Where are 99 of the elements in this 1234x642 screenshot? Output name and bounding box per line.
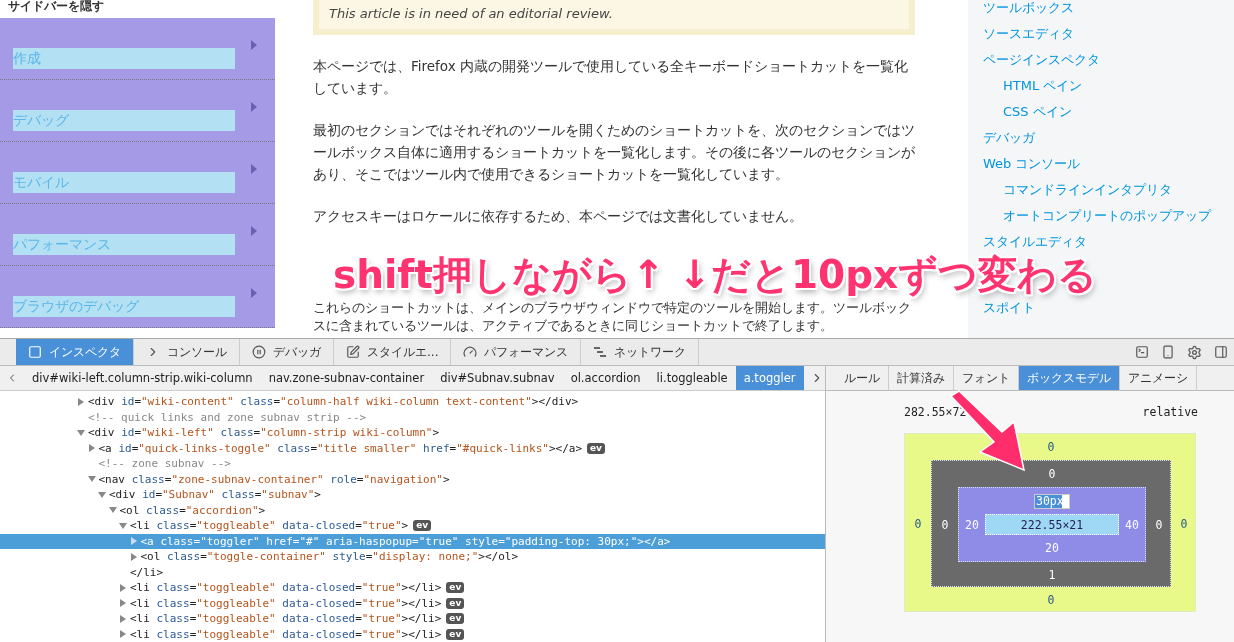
- html-tag: <li class="toggleable" data-closed="true"></li>: [130, 612, 442, 626]
- margin-bottom-value[interactable]: 0: [931, 587, 1171, 613]
- event-badge[interactable]: ev: [446, 613, 465, 625]
- tool-tab[interactable]: スタイルエ...: [334, 339, 452, 365]
- markup-row[interactable]: <ol class="toggle-container" style="display: none;"></ol>: [0, 549, 825, 565]
- expanded-arrow-icon[interactable]: [87, 475, 96, 484]
- html-tag: <li class="toggleable" data-closed="true">: [130, 519, 409, 533]
- collapsed-arrow-icon[interactable]: [119, 630, 127, 639]
- markup-row[interactable]: <ol class="accordion">: [0, 502, 825, 518]
- markup-row[interactable]: <nav class="zone-subnav-container" role="navigation">: [0, 471, 825, 487]
- article-paragraph: 最初のセクションではそれぞれのツールを開くためのショートカットを、次のセクションではツールボックス自体に適用するショートカットを一覧化します。その後に各ツールのセクションがあり、そこではツール内で使用できるショートカットを一覧化しています。: [313, 121, 915, 184]
- article-paragraph: 本ページでは、Firefox 内蔵の開発ツールで使用している全キーボードショートカットを一覧化しています。: [313, 57, 909, 98]
- event-badge[interactable]: ev: [446, 582, 465, 594]
- notice-text: This article is in need of an editorial review.: [329, 6, 613, 21]
- breadcrumb[interactable]: div#wiki-left.column-strip.wiki-column: [24, 366, 261, 390]
- markup-row[interactable]: <div id="Subnav" class="subnav">: [0, 487, 825, 503]
- breadcrumb[interactable]: li.toggleable: [648, 366, 736, 390]
- tool-icon: [28, 345, 42, 359]
- html-tag: <div id="Subnav" class="subnav">: [109, 488, 321, 502]
- breadcrumb[interactable]: ol.accordion: [562, 366, 649, 390]
- annotation-text: shift押しながら↑ ↓だと10pxずつ変わる: [333, 252, 1098, 298]
- expanded-arrow-icon[interactable]: [77, 428, 85, 437]
- expand-arrow-icon: [251, 164, 257, 174]
- sidebar-tab[interactable]: ルール: [826, 366, 889, 390]
- tool-icon: [252, 345, 266, 359]
- markup-row[interactable]: <li class="toggleable" data-closed="true"> ev: [0, 518, 825, 534]
- html-tag: <ol class="toggle-container" style="display: none;"></ol>: [140, 550, 519, 564]
- subnav-label: モバイル: [13, 172, 235, 193]
- html-tag: <li class="toggleable" data-closed="true"></li>: [130, 596, 442, 610]
- terminal-icon: [1135, 345, 1149, 359]
- tool-tab[interactable]: コンソール: [134, 339, 240, 365]
- waterfall-icon: [593, 345, 608, 359]
- markup-row[interactable]: <li class="toggleable" data-closed="true"></li> ev: [0, 611, 825, 627]
- sidebar-toggle-link[interactable]: サイドバーを隠す: [0, 0, 275, 18]
- tool-tab[interactable]: ネットワーク: [581, 339, 700, 365]
- border-right-value[interactable]: 0: [1146, 487, 1172, 562]
- collapsed-arrow-icon[interactable]: [87, 444, 96, 453]
- expand-arrow-icon: [251, 226, 257, 236]
- subnav-label: パフォーマンス: [13, 234, 235, 255]
- markup-row[interactable]: <li class="toggleable" data-closed="true"></li> ev: [0, 580, 825, 596]
- tool-tab[interactable]: パフォーマンス: [451, 339, 582, 365]
- subnav-label: デバッグ: [13, 110, 235, 131]
- collapsed-arrow-icon[interactable]: [129, 552, 138, 561]
- collapsed-arrow-icon[interactable]: [77, 397, 85, 406]
- tool-icon: [463, 345, 478, 359]
- border-bottom-value[interactable]: 1: [958, 562, 1146, 588]
- phone-icon: [1161, 345, 1175, 359]
- markup-row[interactable]: <!-- zone subnav -->: [0, 456, 825, 472]
- position-value: relative: [1142, 405, 1198, 419]
- html-tag: <div id="wiki-left" class="column-strip wiki-column">: [88, 426, 440, 440]
- sidebar-tab[interactable]: アニメーシ: [1120, 366, 1197, 390]
- expanded-arrow-icon[interactable]: [119, 521, 127, 530]
- expand-arrow-icon: [251, 40, 257, 50]
- html-tag: <a class="toggler" href="#" aria-haspopup="true" style="padding-top: 30px;"></a>: [140, 534, 671, 548]
- margin-left-value[interactable]: 0: [905, 460, 931, 587]
- element-size: 282.55×72: [904, 405, 967, 419]
- event-badge[interactable]: ev: [587, 442, 605, 454]
- collapsed-arrow-icon[interactable]: [119, 583, 127, 592]
- expanded-arrow-icon[interactable]: [108, 506, 117, 515]
- border-top-value[interactable]: 0: [958, 461, 1146, 487]
- html-tag: <li class="toggleable" data-closed="true"></li>: [130, 627, 442, 641]
- markup-row[interactable]: <li class="toggleable" data-closed="true"></li> ev: [0, 595, 825, 611]
- markup-row[interactable]: <div id="wiki-left" class="column-strip wiki-column">: [0, 425, 825, 441]
- event-badge[interactable]: ev: [413, 520, 432, 532]
- article-paragraph: アクセスキーはロケールに依存するため、本ページでは文書化していません。: [313, 207, 804, 226]
- sidebar-tab[interactable]: 計算済み: [889, 366, 954, 390]
- collapsed-arrow-icon[interactable]: [129, 537, 138, 546]
- breadcrumb[interactable]: nav.zone-subnav-container: [260, 366, 433, 390]
- event-badge[interactable]: ev: [446, 597, 465, 609]
- event-badge[interactable]: ev: [446, 628, 465, 640]
- article-paragraph: これらのショートカットは、メインのブラウザウィンドウで特定のツールを開始します。ツールボックスに含まれているツールは、アクティブであるときに同じショートカットで終了します。: [313, 299, 912, 335]
- margin-right-value[interactable]: 0: [1171, 460, 1197, 587]
- html-tag: <ol class="accordion">: [119, 503, 266, 517]
- expand-arrow-icon: [251, 102, 257, 112]
- html-closing-tag: </li>: [130, 565, 164, 579]
- content-box: 222.55×21: [985, 514, 1119, 535]
- html-tag: <li class="toggleable" data-closed="true"></li>: [130, 581, 442, 595]
- settings-icon: [1187, 344, 1202, 360]
- markup-row[interactable]: <li class="toggleable" data-closed="true"></li> ev: [0, 626, 825, 642]
- subnav-label: 作成: [13, 48, 235, 69]
- markup-row[interactable]: <a id="quick-links-toggle" class="title smaller" href="#quick-links"></a> ev: [0, 440, 825, 456]
- html-tag: <a id="quick-links-toggle" class="title smaller" href="#quick-links"></a>: [98, 441, 582, 455]
- markup-row[interactable]: <div id="wiki-content" class="column-half wiki-column text-content"></div>: [0, 394, 825, 410]
- tool-tab[interactable]: デバッガ: [240, 339, 334, 365]
- html-comment: <!-- zone subnav -->: [98, 457, 231, 471]
- expand-arrow-icon: [251, 288, 257, 298]
- html-tag: <nav class="zone-subnav-container" role="navigation">: [98, 472, 450, 486]
- collapsed-arrow-icon[interactable]: [119, 614, 127, 623]
- html-comment: <!-- quick links and zone subnav strip -->: [88, 410, 367, 424]
- markup-row[interactable]: <!-- quick links and zone subnav strip -->: [0, 409, 825, 425]
- side-panel-icon: [1214, 345, 1228, 359]
- margin-top-value[interactable]: 0: [931, 434, 1171, 460]
- html-tag: <div id="wiki-content" class="column-half wiki-column text-content"></div>: [88, 395, 579, 409]
- tool-icon: [346, 345, 360, 359]
- border-left-value[interactable]: 0: [932, 487, 958, 562]
- subnav-label: ブラウザのデバッグ: [13, 296, 235, 317]
- collapsed-arrow-icon[interactable]: [119, 599, 127, 608]
- breadcrumb[interactable]: div#Subnav.subnav: [432, 366, 563, 390]
- expanded-arrow-icon[interactable]: [98, 490, 106, 499]
